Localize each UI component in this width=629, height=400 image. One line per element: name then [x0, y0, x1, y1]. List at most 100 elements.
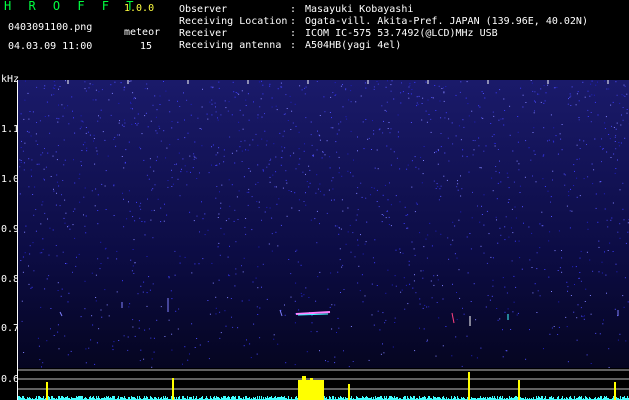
noise-dot — [209, 101, 211, 103]
noise-dot — [311, 144, 313, 146]
noise-dot — [260, 98, 262, 100]
noise-dot — [492, 111, 494, 113]
noise-dot — [233, 91, 235, 93]
noise-dot — [269, 83, 271, 85]
noise-dot — [53, 93, 55, 95]
noise-dot — [334, 362, 336, 364]
noise-dot — [144, 88, 146, 90]
noise-dot — [494, 145, 496, 147]
noise-dot — [552, 140, 554, 142]
level-sample — [558, 396, 559, 400]
noise-dot — [334, 356, 336, 358]
noise-dot — [91, 272, 93, 274]
level-sample — [613, 396, 614, 400]
level-sample — [61, 396, 62, 400]
level-sample — [324, 396, 325, 400]
noise-dot — [190, 103, 192, 105]
noise-dot — [437, 149, 439, 151]
noise-dot — [240, 140, 242, 142]
level-sample — [497, 396, 498, 400]
noise-dot — [229, 275, 231, 277]
noise-dot — [39, 120, 41, 122]
noise-dot — [532, 292, 534, 294]
noise-dot — [323, 194, 325, 196]
noise-dot — [372, 120, 373, 122]
noise-dot — [376, 285, 378, 286]
level-sample — [329, 396, 330, 400]
noise-dot — [284, 304, 285, 306]
noise-dot — [284, 113, 286, 115]
noise-dot — [58, 348, 60, 350]
noise-dot — [145, 112, 147, 114]
noise-dot — [454, 253, 456, 255]
noise-dot — [245, 218, 247, 219]
level-sample — [515, 396, 516, 400]
level-sample — [67, 396, 68, 400]
noise-dot — [23, 162, 25, 164]
noise-dot — [114, 137, 116, 138]
noise-dot — [357, 187, 359, 189]
noise-dot — [299, 85, 301, 87]
noise-dot — [443, 87, 444, 89]
noise-dot — [300, 264, 302, 266]
noise-dot — [600, 181, 602, 182]
noise-dot — [504, 286, 506, 288]
level-sample — [356, 396, 357, 400]
noise-dot — [171, 333, 173, 335]
noise-dot — [21, 140, 22, 142]
spectrogram-plot — [18, 80, 629, 370]
level-sample — [187, 396, 188, 400]
noise-dot — [422, 97, 424, 99]
noise-dot — [567, 361, 569, 363]
noise-dot — [143, 281, 145, 283]
level-sample — [238, 396, 239, 400]
noise-dot — [144, 234, 146, 236]
noise-dot — [622, 119, 624, 121]
noise-dot — [620, 124, 622, 126]
noise-dot — [392, 346, 394, 348]
noise-dot — [435, 188, 437, 189]
noise-dot — [334, 82, 336, 84]
noise-dot — [511, 227, 512, 229]
noise-dot — [88, 347, 90, 349]
noise-dot — [21, 320, 23, 322]
noise-dot — [236, 196, 238, 198]
noise-dot — [64, 335, 66, 337]
noise-dot — [291, 110, 293, 112]
noise-dot — [547, 190, 549, 192]
level-sample — [139, 396, 140, 400]
noise-dot — [113, 138, 115, 140]
noise-dot — [539, 247, 541, 249]
level-sample — [516, 396, 517, 400]
noise-dot — [150, 337, 152, 339]
level-sample — [492, 396, 493, 400]
noise-dot — [286, 108, 288, 109]
noise-dot — [275, 105, 277, 107]
noise-dot — [284, 314, 286, 316]
noise-dot — [44, 288, 46, 290]
noise-dot — [548, 240, 550, 242]
noise-dot — [206, 113, 208, 115]
noise-dot — [241, 161, 243, 162]
noise-dot — [514, 240, 516, 242]
noise-dot — [426, 340, 428, 342]
noise-dot — [495, 92, 497, 94]
noise-dot — [100, 241, 102, 243]
noise-dot — [228, 218, 230, 220]
noise-dot — [280, 224, 282, 226]
noise-dot — [152, 188, 154, 190]
noise-dot — [342, 264, 344, 266]
noise-dot — [168, 276, 170, 277]
noise-dot — [393, 151, 395, 153]
noise-dot — [121, 156, 123, 157]
noise-dot — [271, 250, 273, 252]
noise-dot — [128, 141, 130, 143]
noise-dot — [605, 274, 607, 276]
noise-dot — [50, 328, 51, 330]
noise-dot — [615, 263, 617, 265]
noise-dot — [146, 88, 148, 90]
noise-dot — [116, 258, 118, 260]
noise-dot — [150, 219, 152, 221]
noise-dot — [435, 110, 437, 111]
noise-dot — [21, 300, 23, 302]
